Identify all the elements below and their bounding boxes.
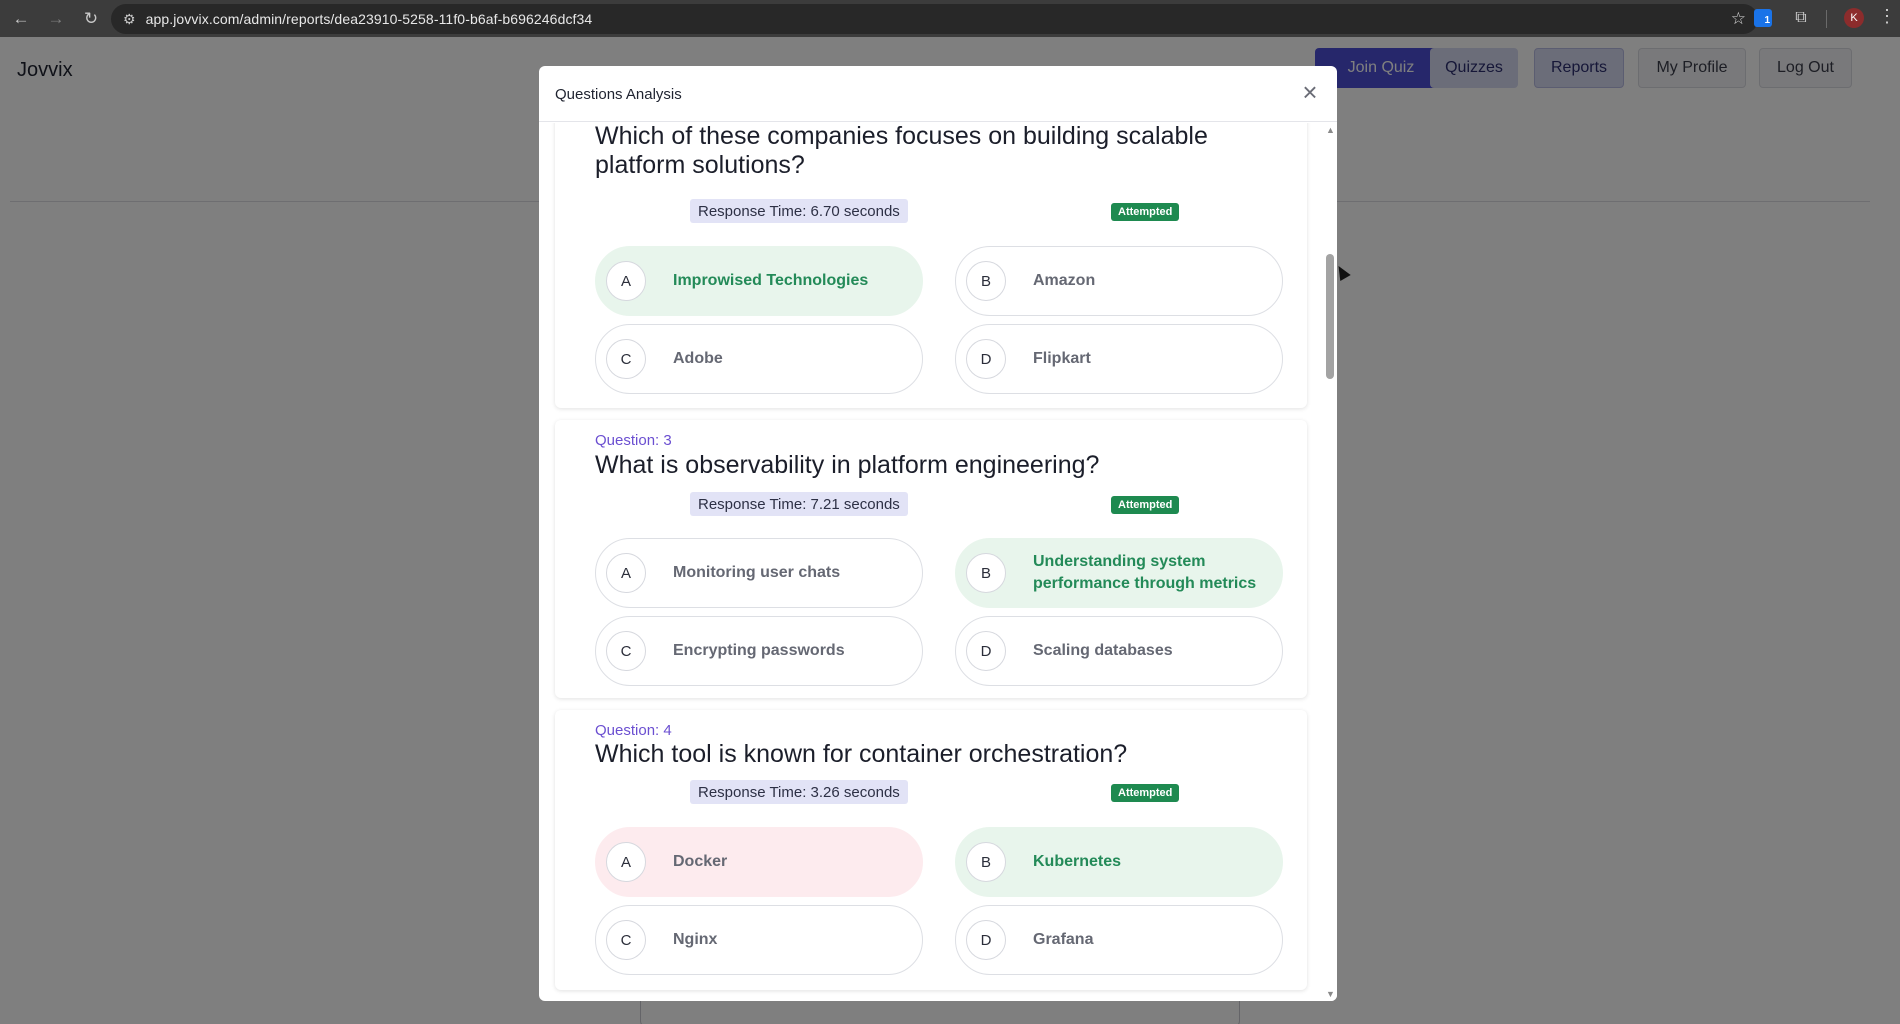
question-number: Question: 4 [595, 722, 672, 739]
option-b[interactable]: B Understanding system performance throu… [955, 538, 1283, 608]
option-b[interactable]: B Kubernetes [955, 827, 1283, 897]
url-text: app.jovvix.com/admin/reports/dea23910-52… [145, 11, 593, 27]
option-d[interactable]: D Scaling databases [955, 616, 1283, 686]
option-text: Amazon [1033, 272, 1096, 289]
option-letter: B [966, 553, 1006, 593]
option-letter: A [606, 553, 646, 593]
option-a[interactable]: A Monitoring user chats [595, 538, 923, 608]
scrollbar-thumb[interactable] [1326, 254, 1334, 379]
toolbar-divider [1826, 10, 1827, 28]
status-badge: Attempted [1111, 784, 1180, 802]
browser-menu-icon[interactable]: ⋮ [1878, 6, 1896, 27]
option-letter: C [606, 920, 646, 960]
option-d[interactable]: D Grafana [955, 905, 1283, 975]
scroll-down-icon[interactable]: ▼ [1326, 989, 1335, 999]
question-number: Question: 3 [595, 432, 672, 449]
option-letter: D [966, 339, 1006, 379]
response-time-badge: Response Time: 6.70 seconds [690, 199, 908, 223]
modal-title: Questions Analysis [555, 86, 682, 103]
modal-header: Questions Analysis × [539, 66, 1337, 122]
option-text: Docker [673, 853, 728, 870]
option-letter: C [606, 631, 646, 671]
questions-analysis-modal: Questions Analysis × Which of these comp… [539, 66, 1337, 1001]
back-icon[interactable]: ← [7, 5, 35, 33]
address-bar[interactable]: ⚙ app.jovvix.com/admin/reports/dea23910-… [111, 4, 1758, 34]
option-text: Flipkart [1033, 350, 1091, 367]
question-card: Which of these companies focuses on buil… [555, 123, 1307, 408]
option-letter: B [966, 261, 1006, 301]
question-text: Which tool is known for container orches… [595, 740, 1128, 768]
option-c[interactable]: C Encrypting passwords [595, 616, 923, 686]
question-text: Which of these companies focuses on buil… [595, 123, 1208, 179]
option-c[interactable]: C Nginx [595, 905, 923, 975]
extensions-puzzle-icon[interactable]: ⧉ [1790, 5, 1812, 31]
extension-badge: 1 [1754, 9, 1772, 27]
option-letter: A [606, 842, 646, 882]
option-text: Understanding system performance through… [1033, 553, 1257, 592]
option-letter: B [966, 842, 1006, 882]
close-icon[interactable]: × [1297, 79, 1323, 105]
option-a[interactable]: A Docker [595, 827, 923, 897]
option-letter: D [966, 920, 1006, 960]
modal-scrollbar[interactable]: ▲ ▼ [1323, 123, 1337, 1001]
forward-icon[interactable]: → [42, 5, 70, 33]
reload-icon[interactable]: ↻ [77, 5, 105, 33]
extension-icon[interactable]: 1 [1752, 5, 1774, 31]
option-text: Nginx [673, 931, 718, 948]
option-text: Kubernetes [1033, 853, 1122, 870]
option-c[interactable]: C Adobe [595, 324, 923, 394]
option-text: Adobe [673, 350, 723, 367]
scroll-up-icon[interactable]: ▲ [1326, 125, 1335, 135]
option-text: Grafana [1033, 931, 1094, 948]
option-letter: C [606, 339, 646, 379]
question-card: Question: 4 Which tool is known for cont… [555, 710, 1307, 990]
option-text: Improwised Technologies [673, 272, 869, 289]
browser-toolbar: ← → ↻ ⚙ app.jovvix.com/admin/reports/dea… [0, 0, 1900, 37]
option-text: Encrypting passwords [673, 642, 845, 659]
option-text: Monitoring user chats [673, 564, 841, 581]
site-settings-icon[interactable]: ⚙ [123, 11, 136, 28]
option-letter: D [966, 631, 1006, 671]
status-badge: Attempted [1111, 496, 1180, 514]
option-text: Scaling databases [1033, 642, 1173, 659]
option-letter: A [606, 261, 646, 301]
option-a[interactable]: A Improwised Technologies [595, 246, 923, 316]
bookmark-star-icon[interactable]: ☆ [1731, 9, 1746, 29]
option-b[interactable]: B Amazon [955, 246, 1283, 316]
profile-avatar[interactable]: K [1844, 8, 1864, 28]
question-text: What is observability in platform engine… [595, 451, 1100, 479]
question-card: Question: 3 What is observability in pla… [555, 420, 1307, 698]
modal-body[interactable]: Which of these companies focuses on buil… [539, 123, 1337, 1001]
option-d[interactable]: D Flipkart [955, 324, 1283, 394]
status-badge: Attempted [1111, 203, 1180, 221]
response-time-badge: Response Time: 7.21 seconds [690, 492, 908, 516]
response-time-badge: Response Time: 3.26 seconds [690, 780, 908, 804]
